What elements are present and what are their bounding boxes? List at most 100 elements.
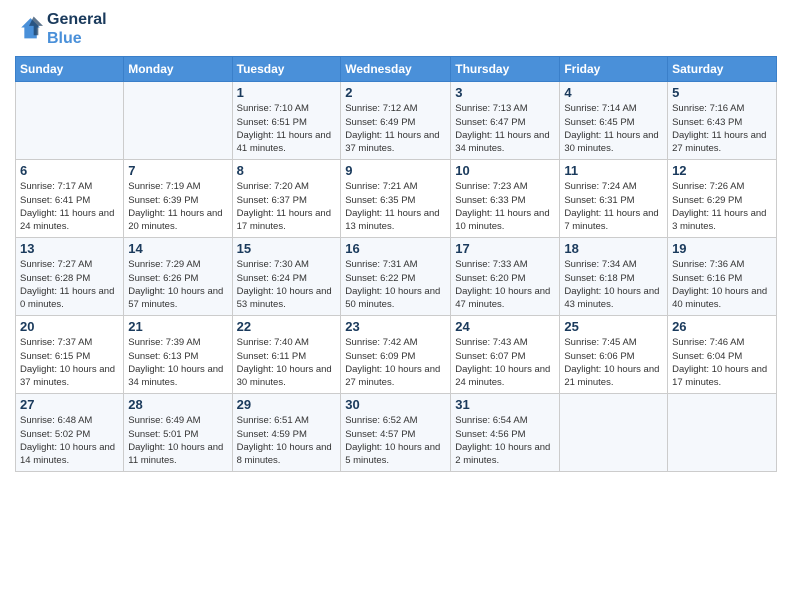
day-number: 31: [455, 397, 555, 412]
calendar-cell: 9 Sunrise: 7:21 AM Sunset: 6:35 PM Daylig…: [341, 160, 451, 238]
day-info: Sunrise: 7:39 AM Sunset: 6:13 PM Dayligh…: [128, 336, 227, 389]
calendar-cell: [124, 82, 232, 160]
logo-text: General Blue: [47, 10, 107, 48]
calendar-cell: 23 Sunrise: 7:42 AM Sunset: 6:09 PM Dayli…: [341, 316, 451, 394]
day-info: Sunrise: 7:24 AM Sunset: 6:31 PM Dayligh…: [564, 180, 663, 233]
calendar-cell: 25 Sunrise: 7:45 AM Sunset: 6:06 PM Dayli…: [560, 316, 668, 394]
day-number: 11: [564, 163, 663, 178]
day-number: 14: [128, 241, 227, 256]
day-info: Sunrise: 7:20 AM Sunset: 6:37 PM Dayligh…: [237, 180, 337, 233]
day-info: Sunrise: 7:10 AM Sunset: 6:51 PM Dayligh…: [237, 102, 337, 155]
header-row: Sunday Monday Tuesday Wednesday Thursday…: [16, 57, 777, 82]
day-info: Sunrise: 6:54 AM Sunset: 4:56 PM Dayligh…: [455, 414, 555, 467]
day-number: 10: [455, 163, 555, 178]
calendar-cell: 29 Sunrise: 6:51 AM Sunset: 4:59 PM Dayli…: [232, 394, 341, 472]
day-number: 18: [564, 241, 663, 256]
calendar-cell: 15 Sunrise: 7:30 AM Sunset: 6:24 PM Dayli…: [232, 238, 341, 316]
logo: General Blue: [15, 10, 107, 48]
logo-icon: [15, 15, 43, 43]
day-number: 19: [672, 241, 772, 256]
calendar-cell: 2Sunrise: 7:12 AM Sunset: 6:49 PM Daylig…: [341, 82, 451, 160]
col-tuesday: Tuesday: [232, 57, 341, 82]
day-info: Sunrise: 6:49 AM Sunset: 5:01 PM Dayligh…: [128, 414, 227, 467]
day-info: Sunrise: 7:37 AM Sunset: 6:15 PM Dayligh…: [20, 336, 119, 389]
calendar-cell: 12 Sunrise: 7:26 AM Sunset: 6:29 PM Dayli…: [668, 160, 777, 238]
calendar-cell: 19 Sunrise: 7:36 AM Sunset: 6:16 PM Dayli…: [668, 238, 777, 316]
calendar-cell: 16 Sunrise: 7:31 AM Sunset: 6:22 PM Dayli…: [341, 238, 451, 316]
day-info: Sunrise: 7:26 AM Sunset: 6:29 PM Dayligh…: [672, 180, 772, 233]
day-info: Sunrise: 7:16 AM Sunset: 6:43 PM Dayligh…: [672, 102, 772, 155]
day-number: 1: [237, 85, 337, 100]
day-info: Sunrise: 7:46 AM Sunset: 6:04 PM Dayligh…: [672, 336, 772, 389]
day-info: Sunrise: 6:51 AM Sunset: 4:59 PM Dayligh…: [237, 414, 337, 467]
day-number: 27: [20, 397, 119, 412]
week-row-3: 13 Sunrise: 7:27 AM Sunset: 6:28 PM Dayli…: [16, 238, 777, 316]
day-number: 29: [237, 397, 337, 412]
day-info: Sunrise: 7:23 AM Sunset: 6:33 PM Dayligh…: [455, 180, 555, 233]
calendar-cell: 17Sunrise: 7:33 AM Sunset: 6:20 PM Dayli…: [451, 238, 560, 316]
col-saturday: Saturday: [668, 57, 777, 82]
calendar-cell: 22 Sunrise: 7:40 AM Sunset: 6:11 PM Dayli…: [232, 316, 341, 394]
col-thursday: Thursday: [451, 57, 560, 82]
calendar-cell: [668, 394, 777, 472]
day-info: Sunrise: 7:36 AM Sunset: 6:16 PM Dayligh…: [672, 258, 772, 311]
calendar-cell: 3 Sunrise: 7:13 AM Sunset: 6:47 PM Daylig…: [451, 82, 560, 160]
day-info: Sunrise: 7:29 AM Sunset: 6:26 PM Dayligh…: [128, 258, 227, 311]
day-info: Sunrise: 7:14 AM Sunset: 6:45 PM Dayligh…: [564, 102, 663, 155]
day-number: 9: [345, 163, 446, 178]
day-number: 6: [20, 163, 119, 178]
day-number: 26: [672, 319, 772, 334]
day-number: 25: [564, 319, 663, 334]
day-info: Sunrise: 7:19 AM Sunset: 6:39 PM Dayligh…: [128, 180, 227, 233]
calendar-cell: 5Sunrise: 7:16 AM Sunset: 6:43 PM Daylig…: [668, 82, 777, 160]
calendar-cell: 18 Sunrise: 7:34 AM Sunset: 6:18 PM Dayli…: [560, 238, 668, 316]
day-info: Sunrise: 7:21 AM Sunset: 6:35 PM Dayligh…: [345, 180, 446, 233]
week-row-2: 6Sunrise: 7:17 AM Sunset: 6:41 PM Daylig…: [16, 160, 777, 238]
week-row-4: 20 Sunrise: 7:37 AM Sunset: 6:15 PM Dayli…: [16, 316, 777, 394]
day-number: 21: [128, 319, 227, 334]
day-info: Sunrise: 7:45 AM Sunset: 6:06 PM Dayligh…: [564, 336, 663, 389]
day-number: 23: [345, 319, 446, 334]
week-row-5: 27 Sunrise: 6:48 AM Sunset: 5:02 PM Dayli…: [16, 394, 777, 472]
day-info: Sunrise: 7:13 AM Sunset: 6:47 PM Dayligh…: [455, 102, 555, 155]
day-number: 22: [237, 319, 337, 334]
day-number: 4: [564, 85, 663, 100]
calendar-cell: 27 Sunrise: 6:48 AM Sunset: 5:02 PM Dayli…: [16, 394, 124, 472]
day-number: 3: [455, 85, 555, 100]
day-number: 12: [672, 163, 772, 178]
day-info: Sunrise: 7:27 AM Sunset: 6:28 PM Dayligh…: [20, 258, 119, 311]
day-number: 16: [345, 241, 446, 256]
day-info: Sunrise: 7:40 AM Sunset: 6:11 PM Dayligh…: [237, 336, 337, 389]
header: General Blue: [15, 10, 777, 48]
day-number: 24: [455, 319, 555, 334]
calendar-cell: 24 Sunrise: 7:43 AM Sunset: 6:07 PM Dayli…: [451, 316, 560, 394]
day-number: 13: [20, 241, 119, 256]
calendar-cell: 28 Sunrise: 6:49 AM Sunset: 5:01 PM Dayli…: [124, 394, 232, 472]
day-info: Sunrise: 7:30 AM Sunset: 6:24 PM Dayligh…: [237, 258, 337, 311]
day-info: Sunrise: 7:42 AM Sunset: 6:09 PM Dayligh…: [345, 336, 446, 389]
col-wednesday: Wednesday: [341, 57, 451, 82]
col-friday: Friday: [560, 57, 668, 82]
day-number: 8: [237, 163, 337, 178]
day-info: Sunrise: 7:33 AM Sunset: 6:20 PM Dayligh…: [455, 258, 555, 311]
day-number: 30: [345, 397, 446, 412]
calendar-cell: 7Sunrise: 7:19 AM Sunset: 6:39 PM Daylig…: [124, 160, 232, 238]
calendar-cell: 13 Sunrise: 7:27 AM Sunset: 6:28 PM Dayli…: [16, 238, 124, 316]
day-info: Sunrise: 7:34 AM Sunset: 6:18 PM Dayligh…: [564, 258, 663, 311]
calendar-cell: 26 Sunrise: 7:46 AM Sunset: 6:04 PM Dayli…: [668, 316, 777, 394]
day-number: 20: [20, 319, 119, 334]
day-info: Sunrise: 7:31 AM Sunset: 6:22 PM Dayligh…: [345, 258, 446, 311]
calendar-cell: 20 Sunrise: 7:37 AM Sunset: 6:15 PM Dayli…: [16, 316, 124, 394]
calendar-cell: 30 Sunrise: 6:52 AM Sunset: 4:57 PM Dayli…: [341, 394, 451, 472]
day-number: 15: [237, 241, 337, 256]
calendar-cell: 31 Sunrise: 6:54 AM Sunset: 4:56 PM Dayli…: [451, 394, 560, 472]
day-info: Sunrise: 6:52 AM Sunset: 4:57 PM Dayligh…: [345, 414, 446, 467]
calendar-page: General Blue Sunday Monday Tuesday Wedne…: [0, 0, 792, 612]
day-info: Sunrise: 7:43 AM Sunset: 6:07 PM Dayligh…: [455, 336, 555, 389]
day-number: 28: [128, 397, 227, 412]
col-sunday: Sunday: [16, 57, 124, 82]
day-info: Sunrise: 6:48 AM Sunset: 5:02 PM Dayligh…: [20, 414, 119, 467]
calendar-cell: 21 Sunrise: 7:39 AM Sunset: 6:13 PM Dayli…: [124, 316, 232, 394]
calendar-cell: 1 Sunrise: 7:10 AM Sunset: 6:51 PM Daylig…: [232, 82, 341, 160]
week-row-1: 1 Sunrise: 7:10 AM Sunset: 6:51 PM Daylig…: [16, 82, 777, 160]
